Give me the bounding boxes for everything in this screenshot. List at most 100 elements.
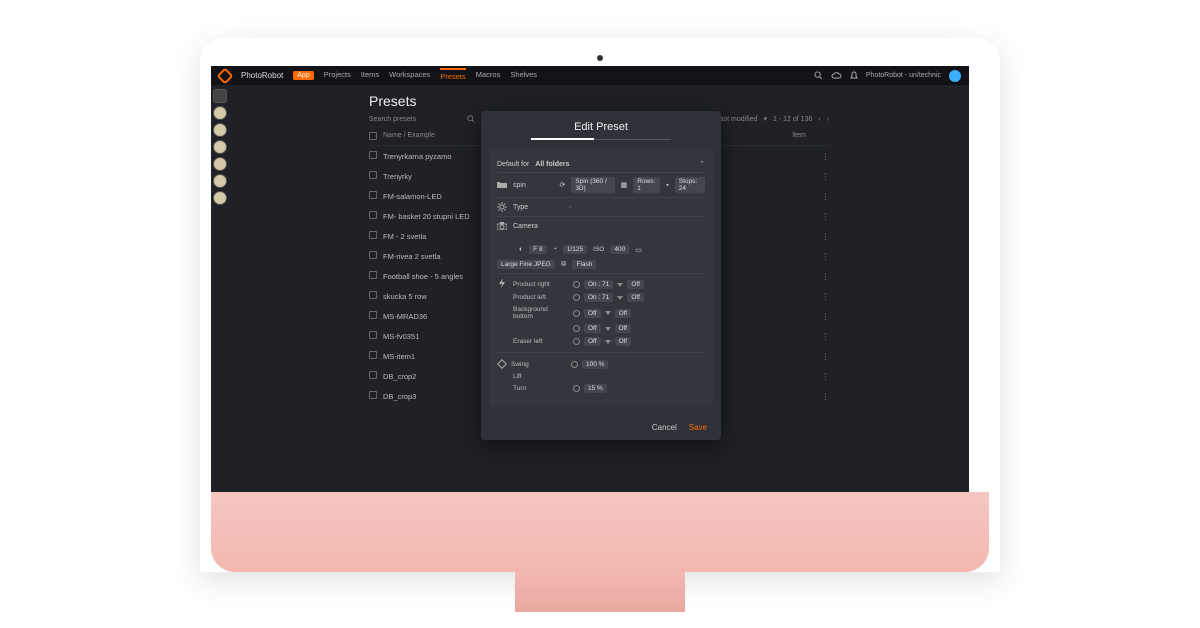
row-menu-icon[interactable]: ⋮ [822, 212, 830, 221]
row-menu-icon[interactable]: ⋮ [822, 252, 830, 261]
modal-tabs[interactable] [531, 139, 671, 140]
light-dial-icon[interactable] [573, 281, 580, 288]
save-button[interactable]: Save [689, 423, 707, 432]
next-page-icon[interactable]: › [827, 116, 829, 123]
row-checkbox[interactable] [369, 291, 377, 299]
row-menu-icon[interactable]: ⋮ [822, 272, 830, 281]
strip-item[interactable] [213, 140, 227, 154]
light-off[interactable]: Off [627, 293, 644, 302]
row-checkbox[interactable] [369, 351, 377, 359]
row-checkbox[interactable] [369, 171, 377, 179]
nav-macros[interactable]: Macros [476, 70, 501, 81]
row-menu-icon[interactable]: ⋮ [822, 152, 830, 161]
turn-value[interactable]: 15 % [584, 384, 607, 393]
nav-workspaces[interactable]: Workspaces [389, 70, 430, 81]
light-dial-icon[interactable] [573, 338, 580, 345]
rows-badge[interactable]: Rows: 1 [633, 177, 660, 193]
row-menu-icon[interactable]: ⋮ [822, 292, 830, 301]
select-all-checkbox[interactable] [369, 132, 377, 140]
search-icon[interactable] [467, 115, 475, 123]
row-checkbox[interactable] [369, 151, 377, 159]
row-menu-icon[interactable]: ⋮ [822, 392, 830, 401]
user-label[interactable]: PhotoRobot - un/technic [866, 72, 941, 79]
sort-label[interactable]: Last modified [716, 116, 758, 123]
search-icon[interactable] [814, 71, 823, 80]
triangle-down-icon[interactable] [605, 311, 611, 315]
nav-items[interactable]: Items [361, 70, 379, 81]
stops-badge[interactable]: Stops: 24 [675, 177, 705, 193]
row-menu-icon[interactable]: ⋮ [822, 172, 830, 181]
row-checkbox[interactable] [369, 311, 377, 319]
light-dial-icon[interactable] [573, 325, 580, 332]
triangle-down-icon[interactable] [617, 296, 623, 300]
brand-logo-icon [217, 67, 234, 84]
row-checkbox[interactable] [369, 331, 377, 339]
triangle-down-icon[interactable] [605, 327, 611, 331]
light-off[interactable]: Off [615, 309, 632, 318]
nav-presets[interactable]: Presets [440, 68, 465, 81]
row-checkbox[interactable] [369, 191, 377, 199]
shutter-value[interactable]: 1/125 [563, 245, 587, 254]
nav-shelves[interactable]: Shelves [510, 70, 537, 81]
light-on[interactable]: Off [584, 309, 601, 318]
light-dial-icon[interactable] [573, 294, 580, 301]
row-checkbox[interactable] [369, 251, 377, 259]
spin-badge[interactable]: Spin (360 / 3D) [571, 177, 614, 193]
strip-item[interactable] [213, 174, 227, 188]
swing-value[interactable]: 100 % [582, 360, 608, 369]
flash-mode-icon: ⦾ [561, 261, 567, 269]
row-checkbox[interactable] [369, 211, 377, 219]
format-value[interactable]: Large Fine JPEG [497, 260, 555, 269]
chevron-up-icon[interactable]: ⌃ [699, 160, 705, 168]
triangle-down-icon[interactable] [617, 283, 623, 287]
strip-item[interactable] [213, 123, 227, 137]
modal-title: Edit Preset [481, 111, 721, 139]
light-row: Background bottomOffOff [513, 304, 705, 322]
strip-item[interactable] [213, 89, 227, 103]
default-for-row[interactable]: Default for All folders ⌃ [497, 156, 705, 173]
light-on[interactable]: Off [584, 337, 601, 346]
row-menu-icon[interactable]: ⋮ [822, 192, 830, 201]
light-dial-icon[interactable] [573, 310, 580, 317]
light-off[interactable]: Off [615, 337, 632, 346]
flash-value[interactable]: Flash [572, 260, 596, 269]
strip-item[interactable] [213, 157, 227, 171]
turn-dial-icon[interactable] [573, 385, 580, 392]
shutter-icon: ◔ [553, 246, 557, 253]
row-menu-icon[interactable]: ⋮ [822, 332, 830, 341]
photorobot-icon [497, 359, 507, 369]
swing-dial-icon[interactable] [571, 361, 578, 368]
page-title: Presets [369, 93, 829, 109]
cancel-button[interactable]: Cancel [652, 423, 677, 432]
light-off[interactable]: Off [627, 280, 644, 289]
row-menu-icon[interactable]: ⋮ [822, 232, 830, 241]
row-checkbox[interactable] [369, 371, 377, 379]
chevron-down-icon[interactable]: ▾ [763, 115, 767, 123]
iso-value[interactable]: 400 [610, 245, 629, 254]
strip-item[interactable] [213, 191, 227, 205]
triangle-down-icon[interactable] [605, 340, 611, 344]
search-input[interactable]: Search presets [369, 116, 459, 123]
light-off[interactable]: Off [615, 324, 632, 333]
cloud-icon[interactable] [831, 72, 842, 80]
light-name: Product right [513, 281, 569, 288]
strip-item[interactable] [213, 106, 227, 120]
brand-name: PhotoRobot [241, 71, 283, 80]
bell-icon[interactable] [850, 71, 858, 80]
light-on[interactable]: Off [584, 324, 601, 333]
camera-icon [497, 221, 507, 231]
row-menu-icon[interactable]: ⋮ [822, 372, 830, 381]
row-checkbox[interactable] [369, 271, 377, 279]
avatar[interactable] [949, 70, 961, 82]
light-on[interactable]: On : 71 [584, 293, 613, 302]
prev-page-icon[interactable]: ‹ [818, 116, 820, 123]
row-checkbox[interactable] [369, 231, 377, 239]
app-pill[interactable]: App [293, 71, 313, 80]
row-menu-icon[interactable]: ⋮ [822, 352, 830, 361]
top-bar: PhotoRobot App Projects Items Workspaces… [211, 66, 969, 85]
row-menu-icon[interactable]: ⋮ [822, 312, 830, 321]
light-on[interactable]: On : 71 [584, 280, 613, 289]
nav-projects[interactable]: Projects [324, 70, 351, 81]
row-checkbox[interactable] [369, 391, 377, 399]
aperture-value[interactable]: F 8 [529, 245, 546, 254]
